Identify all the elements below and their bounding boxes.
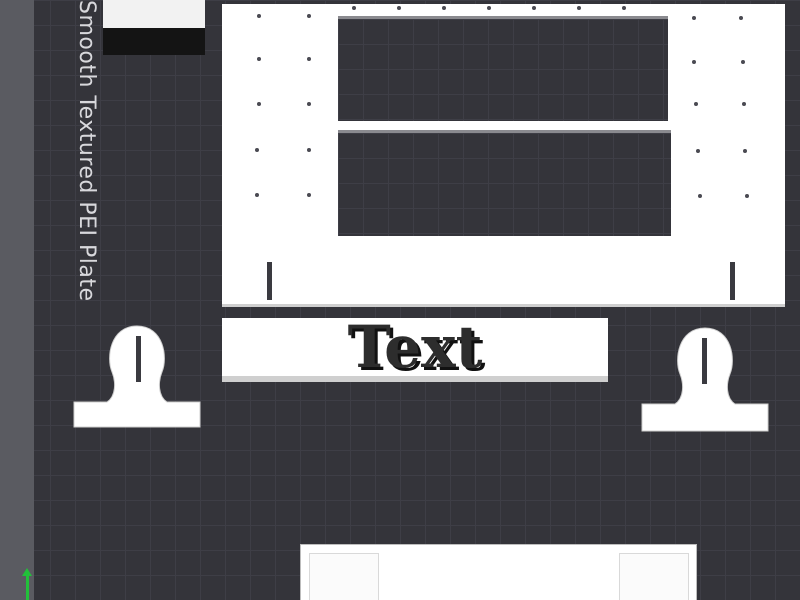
mount-hole	[307, 102, 311, 106]
mount-hole	[257, 102, 261, 106]
mount-hole	[698, 194, 702, 198]
corner-block-side-face	[103, 28, 205, 55]
bottom-part-pocket-right	[619, 553, 689, 600]
mount-hole	[743, 149, 747, 153]
mount-hole	[307, 14, 311, 18]
mount-hole	[307, 193, 311, 197]
model-stand-left[interactable]	[72, 322, 202, 432]
corner-block-top-face	[103, 0, 205, 28]
mount-hole	[694, 102, 698, 106]
mount-hole	[692, 60, 696, 64]
mount-hole	[741, 60, 745, 64]
mount-hole	[692, 16, 696, 20]
mount-hole	[307, 148, 311, 152]
model-frame-part[interactable]	[222, 4, 785, 304]
bottom-part-pocket-left	[309, 553, 379, 600]
mount-hole	[442, 6, 446, 10]
mount-hole	[696, 149, 700, 153]
viewport-left-edge	[0, 0, 34, 600]
mount-hole	[532, 6, 536, 10]
frame-slot-right	[730, 262, 735, 300]
mount-hole	[577, 6, 581, 10]
y-axis-arrow-icon	[22, 568, 32, 600]
mount-hole	[622, 6, 626, 10]
mount-hole	[255, 148, 259, 152]
mount-hole	[745, 194, 749, 198]
mount-hole	[257, 14, 261, 18]
model-stand-right[interactable]	[640, 324, 770, 434]
stand-left-slot	[136, 336, 141, 382]
mount-hole	[352, 6, 356, 10]
text-tag-label: Text	[347, 313, 483, 381]
model-text-tag[interactable]: Text	[222, 318, 608, 376]
stand-right-slot	[702, 338, 707, 384]
plate-name-label: Smooth Textured PEI Plate	[74, 0, 99, 302]
mount-hole	[739, 16, 743, 20]
mount-hole	[255, 193, 259, 197]
build-plate-viewport[interactable]: Smooth Textured PEI Plate Text	[0, 0, 800, 600]
frame-window-bottom	[338, 130, 671, 236]
mount-hole	[307, 57, 311, 61]
mount-hole	[397, 6, 401, 10]
frame-window-top	[338, 16, 668, 121]
model-corner-block[interactable]	[103, 0, 205, 55]
mount-hole	[257, 57, 261, 61]
frame-slot-left	[267, 262, 272, 300]
mount-hole	[487, 6, 491, 10]
mount-hole	[742, 102, 746, 106]
model-bottom-part[interactable]	[300, 544, 697, 600]
